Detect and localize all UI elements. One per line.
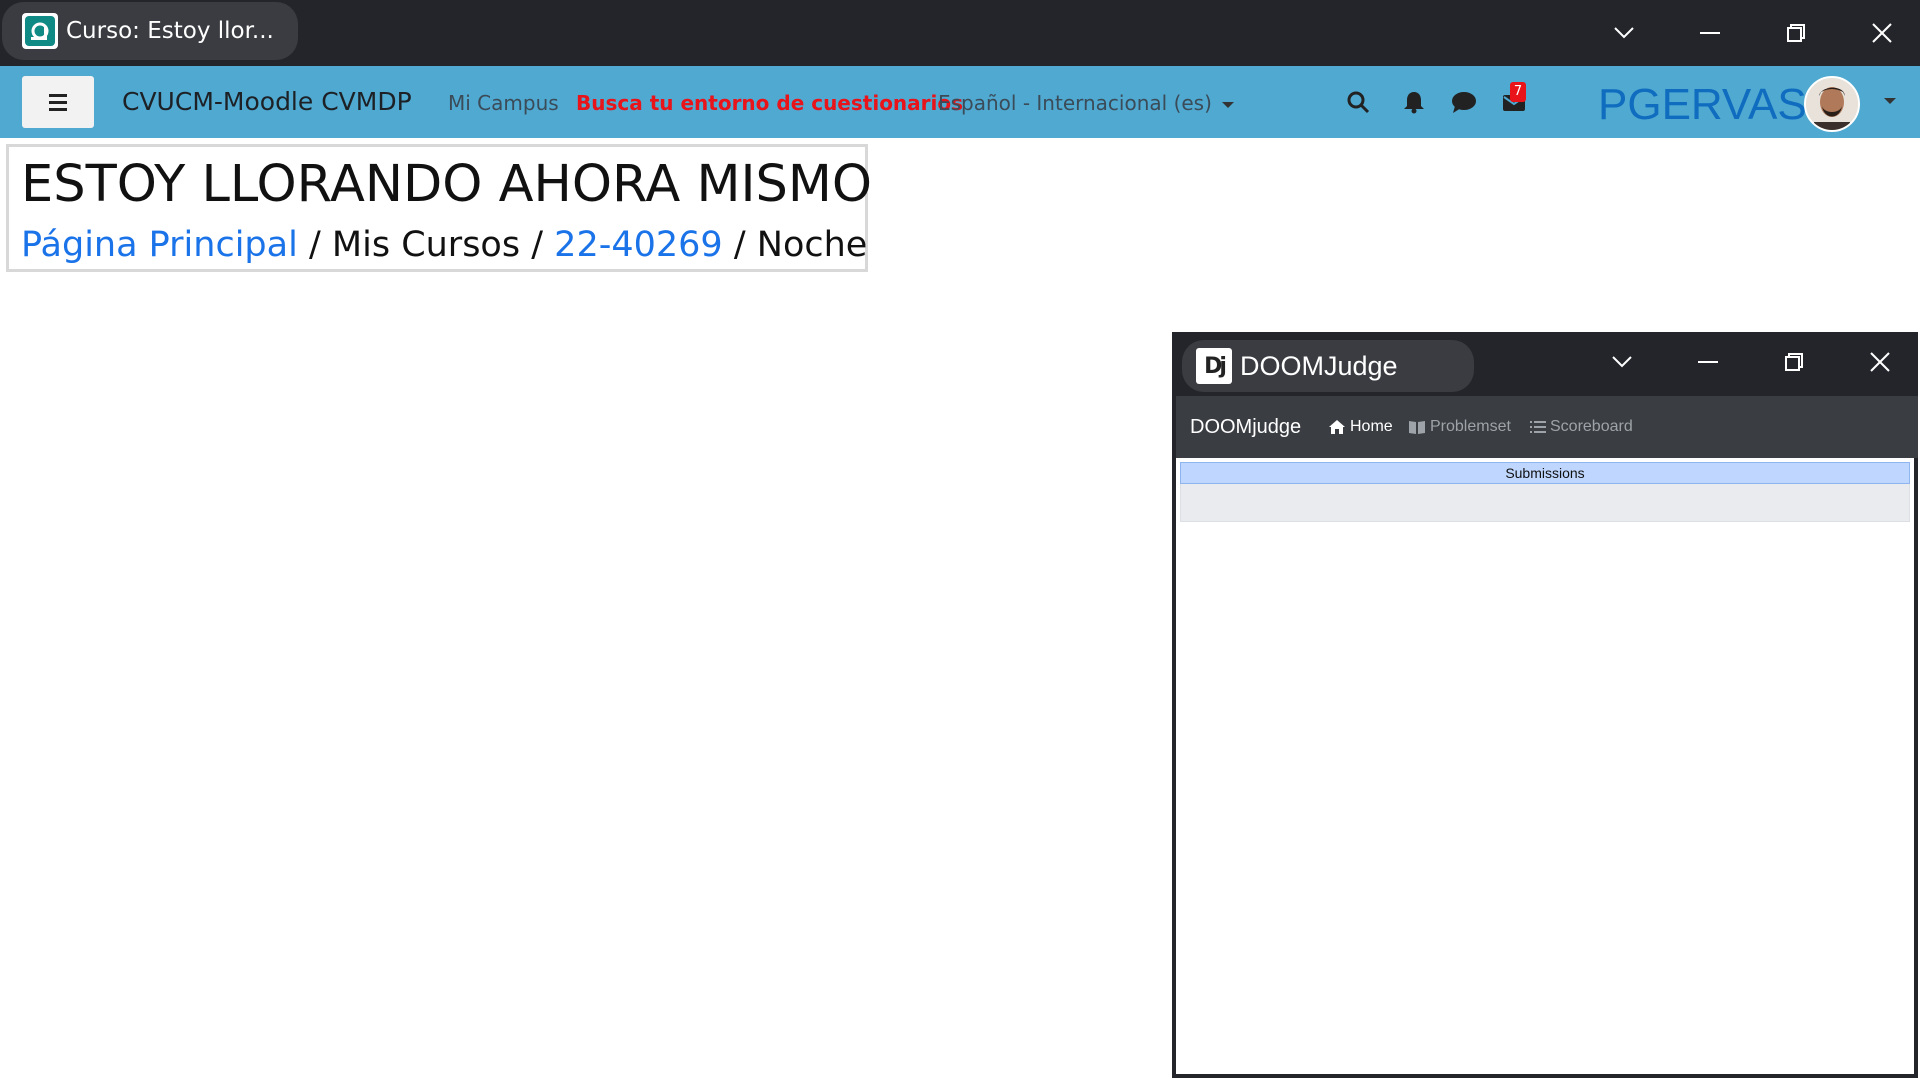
nav-scoreboard-link[interactable]: Scoreboard xyxy=(1530,418,1633,436)
breadcrumb-separator: / xyxy=(308,225,321,265)
breadcrumb-course-link[interactable]: 22-40269 xyxy=(554,225,723,265)
moodle-app-icon xyxy=(22,13,58,49)
chat-icon[interactable] xyxy=(1450,88,1478,116)
submissions-header: Submissions xyxy=(1180,462,1910,484)
nav-home-label: Home xyxy=(1350,418,1393,435)
caret-down-icon xyxy=(1221,101,1234,108)
list-icon xyxy=(1530,421,1546,433)
bell-icon[interactable] xyxy=(1400,88,1428,116)
home-icon xyxy=(1329,420,1345,434)
user-menu-caret-icon[interactable] xyxy=(1884,98,1896,104)
restore-icon[interactable] xyxy=(1776,13,1816,53)
nav-problemset-label: Problemset xyxy=(1430,418,1511,435)
doomjudge-window-title: DOOMJudge xyxy=(1240,350,1398,381)
user-name-label[interactable]: PGERVAS xyxy=(1598,80,1807,130)
hamburger-menu-button[interactable] xyxy=(22,76,94,128)
close-icon[interactable] xyxy=(1862,344,1898,380)
mi-campus-link[interactable]: Mi Campus xyxy=(448,91,559,115)
submissions-empty-row xyxy=(1180,484,1910,522)
moodle-navbar: CVUCM-Moodle CVMDP Mi Campus Busca tu en… xyxy=(0,66,1920,138)
tab-title: Curso: Estoy llor... xyxy=(66,18,274,44)
nav-home-link[interactable]: Home xyxy=(1328,418,1393,436)
doomjudge-navbar: DOOMjudge Home Problemset Scoreboard xyxy=(1176,396,1918,458)
doomjudge-titlebar: Dj DOOMJudge xyxy=(1176,332,1918,396)
restore-icon[interactable] xyxy=(1776,344,1812,380)
breadcrumb-mis-cursos: Mis Cursos xyxy=(331,225,521,265)
nav-scoreboard-label: Scoreboard xyxy=(1550,418,1633,435)
search-icon[interactable] xyxy=(1344,88,1372,116)
nav-problemset-link[interactable]: Problemset xyxy=(1408,418,1511,436)
avatar[interactable] xyxy=(1804,76,1860,132)
chevron-down-icon[interactable] xyxy=(1604,344,1640,380)
doomjudge-window: Dj DOOMJudge DOOMjudge Home Problemset S… xyxy=(1172,332,1918,1078)
close-icon[interactable] xyxy=(1862,13,1902,53)
chevron-down-icon[interactable] xyxy=(1604,13,1644,53)
doomjudge-logo: Dj xyxy=(1196,348,1232,384)
language-label: Español - Internacional (es) xyxy=(938,91,1212,115)
breadcrumb-current: Noche xyxy=(756,225,868,265)
browser-tab[interactable]: Curso: Estoy llor... xyxy=(2,2,298,60)
doomjudge-brand-link[interactable]: DOOMjudge xyxy=(1190,416,1301,439)
breadcrumb: Página Principal / Mis Cursos / 22-40269… xyxy=(21,225,867,265)
page-header: ESTOY LLORANDO AHORA MISMO Página Princi… xyxy=(6,144,872,272)
browser-titlebar: Curso: Estoy llor... xyxy=(0,0,1920,66)
site-name-link[interactable]: CVUCM-Moodle CVMDP xyxy=(122,87,412,116)
breadcrumb-home-link[interactable]: Página Principal xyxy=(21,225,298,265)
messages-count-badge: 7 xyxy=(1510,82,1526,102)
book-icon xyxy=(1409,421,1425,434)
language-selector[interactable]: Español - Internacional (es) xyxy=(938,91,1234,115)
breadcrumb-separator: / xyxy=(733,225,746,265)
breadcrumb-separator: / xyxy=(531,225,544,265)
minimize-icon[interactable] xyxy=(1690,344,1726,380)
page-title: ESTOY LLORANDO AHORA MISMO xyxy=(21,155,873,214)
busca-cuestionarios-link[interactable]: Busca tu entorno de cuestionarios xyxy=(576,91,963,115)
minimize-icon[interactable] xyxy=(1690,13,1730,53)
doomjudge-tab[interactable]: Dj DOOMJudge xyxy=(1182,340,1474,392)
